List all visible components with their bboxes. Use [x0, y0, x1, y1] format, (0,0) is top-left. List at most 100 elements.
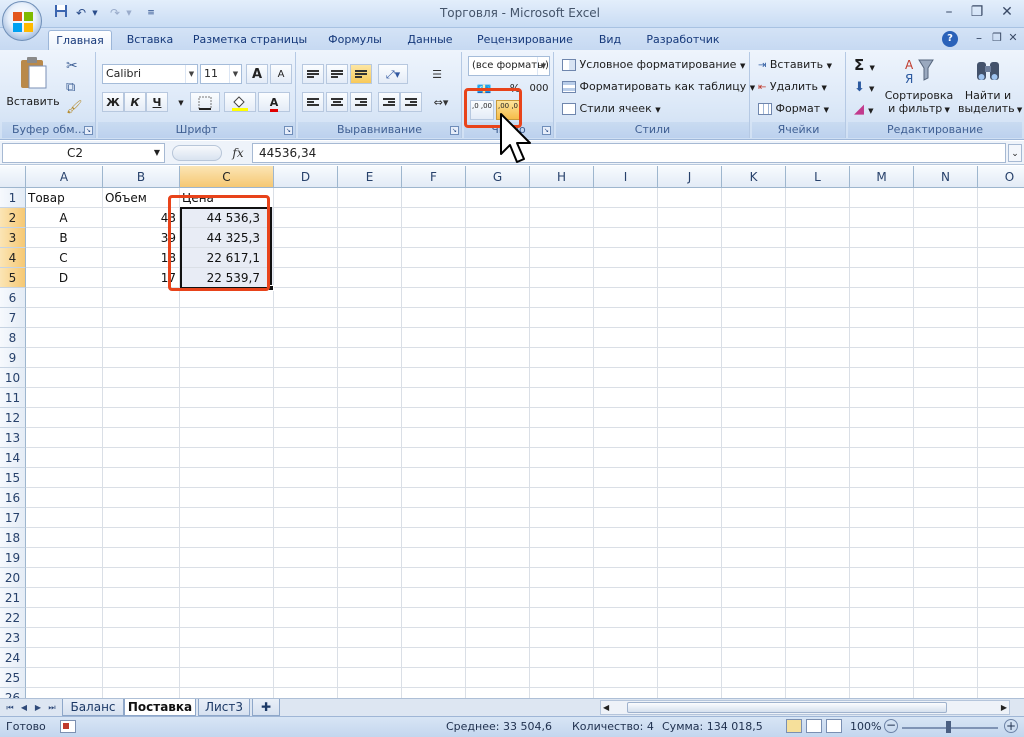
- fill-button[interactable]: ⬇ ▼: [854, 80, 874, 95]
- row-header-13[interactable]: 13: [0, 428, 26, 448]
- format-painter-icon[interactable]: 🖌: [66, 100, 83, 115]
- tab-formulas[interactable]: Формулы: [320, 30, 390, 50]
- sort-filter-button[interactable]: АЯ Сортировка и фильтр ▼: [884, 56, 954, 115]
- alignment-launcher-icon[interactable]: ↘: [450, 126, 459, 135]
- tab-data[interactable]: Данные: [398, 30, 462, 50]
- sheet-tab-list3[interactable]: Лист3: [198, 699, 250, 716]
- column-header-l[interactable]: L: [786, 166, 850, 188]
- decrease-indent-button[interactable]: [378, 92, 400, 112]
- font-launcher-icon[interactable]: ↘: [284, 126, 293, 135]
- worksheet-grid[interactable]: A B C D E F G H I J K L M N O 1 2 3 4 5 6 7 8 9 10 11 12 13 14 15 16 17…: [0, 166, 1024, 698]
- column-header-b[interactable]: B: [103, 166, 180, 188]
- redo-dropdown-icon[interactable]: ▼: [120, 4, 138, 22]
- cell-b3[interactable]: 39: [105, 228, 176, 248]
- column-header-f[interactable]: F: [402, 166, 466, 188]
- column-header-m[interactable]: M: [850, 166, 914, 188]
- formula-bar-splitter[interactable]: [172, 145, 222, 161]
- row-header-23[interactable]: 23: [0, 628, 26, 648]
- ribbon-close-button[interactable]: ✕: [1000, 28, 1024, 48]
- zoom-in-icon[interactable]: +: [1004, 719, 1018, 733]
- help-icon[interactable]: ?: [942, 31, 958, 47]
- row-header-1[interactable]: 1: [0, 188, 26, 208]
- clipboard-launcher-icon[interactable]: ↘: [84, 126, 93, 135]
- undo-dropdown-icon[interactable]: ▼: [86, 4, 104, 22]
- row-header-19[interactable]: 19: [0, 548, 26, 568]
- row-header-5[interactable]: 5: [0, 268, 26, 288]
- number-format-combo[interactable]: (все форматы) ▼: [468, 56, 550, 76]
- column-header-c[interactable]: C: [180, 166, 274, 188]
- column-header-e[interactable]: E: [338, 166, 402, 188]
- font-name-combo[interactable]: Calibri ▼: [102, 64, 198, 84]
- cell-styles-button[interactable]: Стили ячеек ▼: [562, 102, 661, 115]
- bold-button[interactable]: Ж: [102, 92, 124, 112]
- select-all-corner[interactable]: [0, 166, 26, 188]
- align-center-button[interactable]: [326, 92, 348, 112]
- name-box[interactable]: C2 ▼: [2, 143, 165, 163]
- row-header-4[interactable]: 4: [0, 248, 26, 268]
- row-header-18[interactable]: 18: [0, 528, 26, 548]
- column-header-i[interactable]: I: [594, 166, 658, 188]
- column-header-h[interactable]: H: [530, 166, 594, 188]
- align-middle-button[interactable]: [326, 64, 348, 84]
- page-break-view-icon[interactable]: [826, 719, 842, 733]
- row-header-25[interactable]: 25: [0, 668, 26, 688]
- underline-button[interactable]: Ч: [146, 92, 168, 112]
- customize-qat-icon[interactable]: ≡: [142, 4, 160, 22]
- column-header-d[interactable]: D: [274, 166, 338, 188]
- underline-dropdown[interactable]: ▼: [170, 92, 192, 112]
- thousands-separator-button[interactable]: 000: [526, 78, 552, 98]
- row-header-24[interactable]: 24: [0, 648, 26, 668]
- autosum-button[interactable]: Σ ▼: [854, 56, 875, 74]
- page-layout-view-icon[interactable]: [806, 719, 822, 733]
- save-icon[interactable]: [52, 4, 70, 22]
- column-header-n[interactable]: N: [914, 166, 978, 188]
- font-size-combo[interactable]: 11 ▼: [200, 64, 242, 84]
- cell-b2[interactable]: 43: [105, 208, 176, 228]
- insert-sheet-button[interactable]: ✚: [252, 699, 280, 716]
- number-launcher-icon[interactable]: ↘: [542, 126, 551, 135]
- align-left-button[interactable]: [302, 92, 324, 112]
- normal-view-icon[interactable]: [786, 719, 802, 733]
- cell-a4[interactable]: C: [28, 248, 99, 268]
- cell-a1[interactable]: Товар: [28, 188, 99, 208]
- next-sheet-icon[interactable]: ▶: [32, 701, 44, 714]
- scroll-left-icon[interactable]: ◀: [603, 701, 609, 714]
- cell-a3[interactable]: B: [28, 228, 99, 248]
- row-header-6[interactable]: 6: [0, 288, 26, 308]
- column-header-k[interactable]: K: [722, 166, 786, 188]
- insert-function-button[interactable]: fx: [228, 143, 248, 163]
- column-header-a[interactable]: A: [26, 166, 103, 188]
- orientation-button[interactable]: ⤢▾: [378, 64, 408, 84]
- horizontal-scrollbar[interactable]: ◀ ▶: [600, 700, 1010, 715]
- wrap-text-button[interactable]: ☰: [426, 64, 448, 84]
- sheet-tab-balance[interactable]: Баланс: [62, 699, 124, 716]
- row-header-10[interactable]: 10: [0, 368, 26, 388]
- close-button[interactable]: ✕: [994, 2, 1020, 22]
- row-header-22[interactable]: 22: [0, 608, 26, 628]
- restore-button[interactable]: ❐: [964, 2, 990, 22]
- column-header-o[interactable]: O: [978, 166, 1024, 188]
- row-header-3[interactable]: 3: [0, 228, 26, 248]
- clear-button[interactable]: ◢ ▼: [854, 102, 874, 117]
- italic-button[interactable]: К: [124, 92, 146, 112]
- last-sheet-icon[interactable]: ⏭: [46, 701, 58, 714]
- align-right-button[interactable]: [350, 92, 372, 112]
- fill-color-button[interactable]: [224, 92, 256, 112]
- minimize-button[interactable]: –: [936, 2, 962, 22]
- font-color-button[interactable]: A: [258, 92, 290, 112]
- macro-record-icon[interactable]: [60, 720, 76, 733]
- grow-font-button[interactable]: A: [246, 64, 268, 84]
- copy-icon[interactable]: ⧉: [66, 80, 75, 95]
- format-as-table-button[interactable]: Форматировать как таблицу ▼: [562, 80, 755, 93]
- shrink-font-button[interactable]: A: [270, 64, 292, 84]
- merge-center-button[interactable]: ⇔▾: [426, 92, 456, 112]
- prev-sheet-icon[interactable]: ◀: [18, 701, 30, 714]
- row-header-26[interactable]: 26: [0, 688, 26, 698]
- expand-formula-bar-button[interactable]: ⌄: [1008, 144, 1022, 162]
- tab-view[interactable]: Вид: [588, 30, 632, 50]
- zoom-out-icon[interactable]: −: [884, 719, 898, 733]
- insert-cells-button[interactable]: ⇥ Вставить ▼: [758, 58, 832, 71]
- scroll-thumb[interactable]: [627, 702, 947, 713]
- row-header-16[interactable]: 16: [0, 488, 26, 508]
- zoom-level[interactable]: 100%: [850, 719, 881, 735]
